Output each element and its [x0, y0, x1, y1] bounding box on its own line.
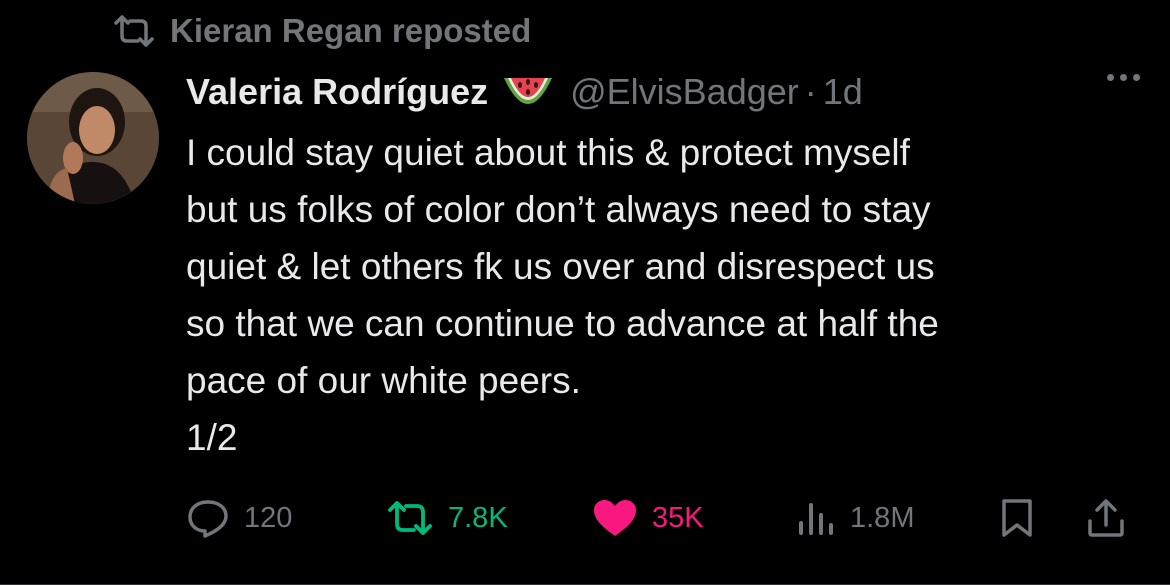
bookmark-button[interactable] — [1000, 490, 1034, 546]
author-handle[interactable]: @ElvisBadger — [570, 71, 799, 113]
repost-text: Kieran Regan reposted — [170, 12, 532, 49]
reply-icon — [188, 500, 228, 538]
tweet-line: I could stay quiet about this & protect … — [186, 132, 910, 173]
repost-indicator[interactable]: Kieran Regan reposted — [112, 8, 531, 54]
more-options-icon[interactable] — [1107, 74, 1140, 81]
author-name[interactable]: Valeria Rodríguez — [186, 71, 488, 113]
tweet-line: pace of our white peers. — [186, 360, 581, 401]
reply-button[interactable]: 120 — [186, 490, 292, 546]
tweet-timestamp[interactable]: 1d — [823, 71, 863, 113]
tweet-line: 1/2 — [186, 417, 238, 458]
tweet-line: quiet & let others fk us over and disres… — [186, 246, 935, 287]
repost-count: 7.8K — [448, 501, 508, 534]
tweet-text: I could stay quiet about this & protect … — [186, 124, 1146, 466]
separator-dot: · — [804, 71, 817, 112]
heart-icon — [594, 500, 636, 536]
like-count: 35K — [652, 501, 704, 534]
share-button[interactable] — [1086, 490, 1126, 546]
reply-count: 120 — [244, 501, 293, 534]
tweet-line: but us folks of color don’t always need … — [186, 189, 931, 230]
like-button[interactable]: 35K — [592, 490, 704, 546]
watermelon-emoji — [500, 70, 556, 114]
bookmark-icon — [1002, 499, 1032, 537]
views-button[interactable]: 1.8M — [796, 490, 914, 546]
repost-button[interactable]: 7.8K — [386, 490, 508, 546]
tweet-line: so that we can continue to advance at ha… — [186, 303, 939, 344]
avatar[interactable] — [27, 72, 159, 204]
action-bar: 120 7.8K 35K 1.8M — [186, 490, 1146, 546]
view-count: 1.8M — [850, 501, 915, 534]
views-icon — [799, 503, 833, 535]
repost-icon — [388, 501, 432, 535]
tweet-header: Valeria Rodríguez @ElvisBadger · 1d — [186, 66, 863, 118]
repost-icon — [114, 15, 154, 47]
share-icon — [1088, 499, 1124, 537]
